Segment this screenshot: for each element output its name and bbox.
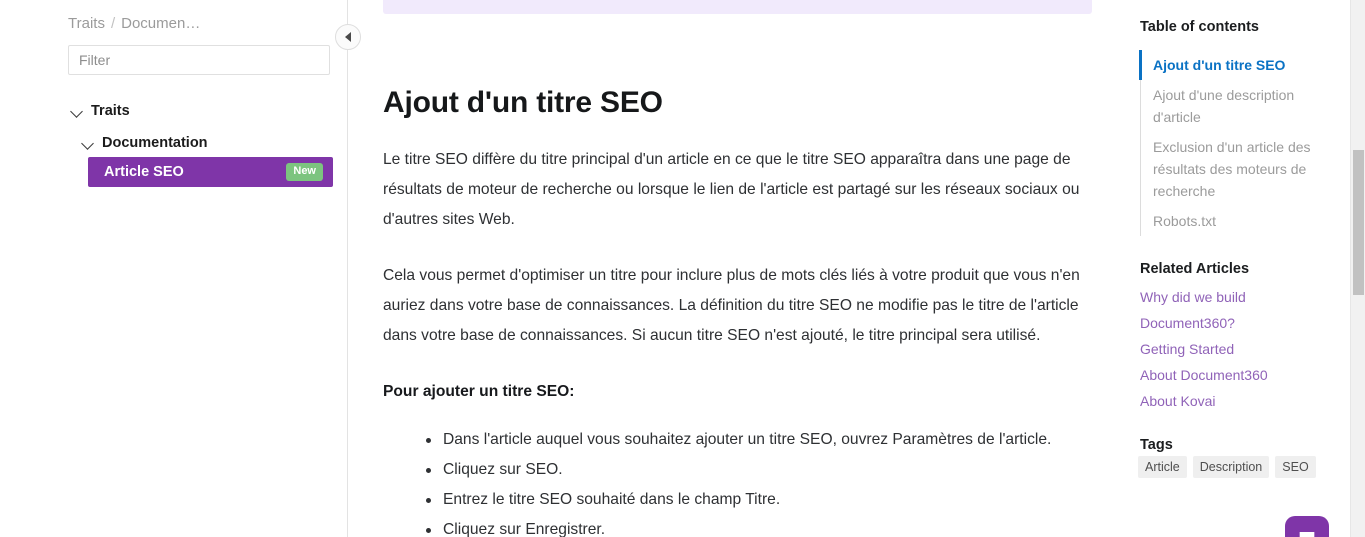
filter-input[interactable] (68, 45, 330, 75)
tree-node-documentation-label: Documentation (102, 135, 208, 151)
paragraph-1: Le titre SEO diffère du titre principal … (383, 151, 1080, 228)
related-link-about-document360[interactable]: About Document360 (1140, 362, 1335, 388)
left-sidebar: Traits / Documen… Traits Documentation A… (0, 0, 348, 537)
list-item: Dans l'article auquel vous souhaitez ajo… (426, 425, 1093, 455)
breadcrumb: Traits / Documen… (68, 15, 200, 32)
list-item: Entrez le titre SEO souhaité dans le cha… (426, 485, 1093, 515)
paragraph-2: Cela vous permet d'optimiser un titre po… (383, 267, 1080, 344)
main-content: être utilisées en interne pour filtrer l… (349, 0, 1130, 537)
tree-item-article-seo[interactable]: Article SEO New (88, 157, 333, 187)
chat-widget-button[interactable] (1285, 516, 1329, 537)
tag-description[interactable]: Description (1192, 456, 1270, 479)
chat-bubble-icon (1299, 532, 1315, 537)
related-link-about-kovai[interactable]: About Kovai (1140, 388, 1335, 414)
tags-heading: Tags (1140, 437, 1173, 453)
toc-item-ajout-titre-seo[interactable]: Ajout d'un titre SEO (1139, 50, 1330, 80)
breadcrumb-root[interactable]: Traits (68, 15, 105, 32)
toc-item-ajout-description[interactable]: Ajout d'une description d'article (1141, 80, 1330, 132)
article-body: Le titre SEO diffère du titre principal … (383, 145, 1093, 537)
tree-item-article-seo-label: Article SEO (104, 164, 184, 180)
app-root: Traits / Documen… Traits Documentation A… (0, 0, 1365, 537)
breadcrumb-separator: / (110, 15, 116, 32)
tag-seo[interactable]: SEO (1275, 456, 1316, 479)
page-title: Ajout d'un titre SEO (383, 86, 663, 119)
page-scrollbar-track[interactable] (1350, 0, 1365, 537)
related-articles-heading: Related Articles (1140, 261, 1250, 277)
steps-heading: Pour ajouter un titre SEO: (383, 383, 575, 400)
right-sidebar: Table of contents Ajout d'un titre SEO A… (1130, 0, 1335, 537)
tag-list: Article Description SEO (1138, 456, 1333, 479)
tree-node-traits-label: Traits (91, 103, 130, 119)
toc-item-exclusion-article[interactable]: Exclusion d'un article des résultats des… (1141, 132, 1330, 206)
list-item: Cliquez sur SEO. (426, 455, 1093, 485)
toc-item-robots-txt[interactable]: Robots.txt (1141, 206, 1330, 236)
table-of-contents: Ajout d'un titre SEO Ajout d'une descrip… (1139, 50, 1330, 236)
breadcrumb-current[interactable]: Documen… (121, 15, 200, 32)
list-item: Cliquez sur Enregistrer. (426, 515, 1093, 537)
related-link-why-did-we-build[interactable]: Why did we build Document360? (1140, 284, 1335, 336)
tag-article[interactable]: Article (1138, 456, 1187, 479)
chevron-down-icon[interactable] (81, 136, 95, 150)
chevron-left-icon (345, 32, 351, 42)
related-link-getting-started[interactable]: Getting Started (1140, 336, 1335, 362)
sidebar-collapse-button[interactable] (335, 24, 361, 50)
status-badge-new: New (286, 163, 323, 181)
page-scrollbar-thumb[interactable] (1353, 150, 1364, 295)
toc-heading: Table of contents (1140, 19, 1259, 35)
tree-node-traits[interactable]: Traits (0, 96, 348, 126)
tree-node-documentation[interactable]: Documentation (0, 128, 348, 158)
related-articles-list: Why did we build Document360? Getting St… (1140, 284, 1335, 414)
chevron-down-icon[interactable] (70, 104, 84, 118)
navigation-tree: Traits Documentation Article SEO New (0, 96, 348, 187)
info-callout: être utilisées en interne pour filtrer l… (383, 0, 1092, 14)
steps-list: Dans l'article auquel vous souhaitez ajo… (383, 425, 1093, 537)
